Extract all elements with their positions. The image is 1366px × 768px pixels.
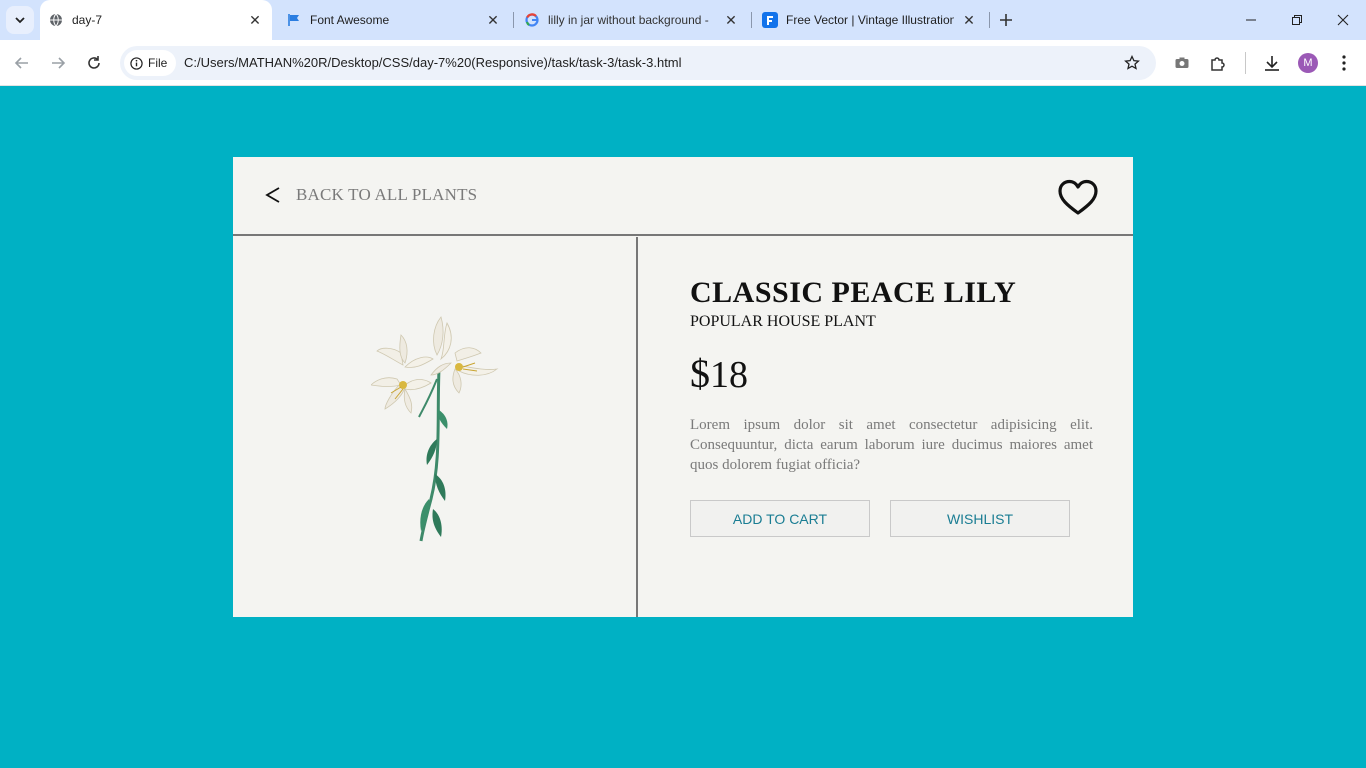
site-info-chip[interactable]: File: [124, 50, 176, 76]
minimize-button[interactable]: [1228, 0, 1274, 40]
product-info: CLASSIC PEACE LILY POPULAR HOUSE PLANT $…: [690, 275, 1093, 537]
menu-button[interactable]: [1333, 52, 1355, 74]
price-currency: $: [690, 351, 710, 396]
tab-google-search[interactable]: lilly in jar without background - ✕: [516, 0, 748, 40]
url-text[interactable]: C:/Users/MATHAN%20R/Desktop/CSS/day-7%20…: [184, 55, 682, 70]
back-label: BACK TO ALL PLANTS: [296, 185, 478, 204]
tab-font-awesome[interactable]: Font Awesome ✕: [278, 0, 510, 40]
close-icon[interactable]: ✕: [723, 12, 739, 28]
back-to-all-plants-link[interactable]: BACK TO ALL PLANTS: [264, 183, 477, 207]
camera-button[interactable]: [1171, 52, 1193, 74]
tab-title: Free Vector | Vintage Illustration: [786, 13, 954, 27]
chip-label: File: [148, 56, 168, 70]
tab-title: Font Awesome: [310, 13, 390, 27]
info-icon: [130, 56, 143, 70]
tab-free-vector[interactable]: Free Vector | Vintage Illustration ✕: [754, 0, 986, 40]
price-value: 18: [710, 354, 748, 396]
product-actions: ADD TO CART WISHLIST: [690, 500, 1093, 537]
arrow-right-icon: [52, 57, 66, 69]
card-header: BACK TO ALL PLANTS: [233, 157, 1133, 236]
new-tab-button[interactable]: [994, 8, 1018, 32]
close-icon[interactable]: ✕: [485, 12, 501, 28]
tab-title: day-7: [72, 13, 103, 27]
downloads-button[interactable]: [1261, 52, 1283, 74]
tab-separator: [989, 12, 990, 28]
avatar[interactable]: M: [1298, 53, 1318, 73]
chevron-down-icon: [15, 17, 25, 24]
download-icon: [1265, 56, 1279, 71]
more-vertical-icon: [1342, 55, 1346, 71]
tab-separator: [751, 12, 752, 28]
product-description: Lorem ipsum dolor sit amet consectetur a…: [690, 417, 1093, 473]
close-window-button[interactable]: [1320, 0, 1366, 40]
reload-icon: [88, 56, 100, 69]
puzzle-icon: [1211, 57, 1225, 71]
bookmark-button[interactable]: [1122, 53, 1142, 73]
close-icon[interactable]: ✕: [961, 12, 977, 28]
tab-day-7[interactable]: day-7 ✕: [40, 0, 272, 40]
arrow-left-icon: [14, 57, 28, 69]
add-to-cart-button[interactable]: ADD TO CART: [690, 500, 870, 537]
product-image-pane: [233, 237, 638, 617]
product-subtitle: POPULAR HOUSE PLANT: [690, 313, 876, 330]
globe-icon: [48, 12, 64, 28]
tab-separator: [513, 12, 514, 28]
address-bar[interactable]: File C:/Users/MATHAN%20R/Desktop/CSS/day…: [120, 46, 1156, 80]
browser-toolbar: File C:/Users/MATHAN%20R/Desktop/CSS/day…: [0, 40, 1366, 86]
restore-button[interactable]: [1274, 0, 1320, 40]
star-icon: [1124, 55, 1140, 70]
google-icon: [524, 12, 540, 28]
product-card: BACK TO ALL PLANTS CLASSIC PEACE LILY PO…: [233, 157, 1133, 617]
product-title: CLASSIC PEACE LILY: [690, 276, 1017, 309]
toolbar-separator: [1245, 52, 1246, 74]
minimize-icon: [1246, 19, 1256, 21]
reload-button[interactable]: [81, 50, 107, 76]
freepik-icon: [762, 12, 778, 28]
tab-title: lilly in jar without background -: [548, 13, 709, 27]
product-price: $18: [690, 351, 1093, 398]
chevron-left-icon: [264, 183, 284, 207]
plus-icon: [1000, 14, 1012, 26]
tab-search-button[interactable]: [6, 6, 34, 34]
lily-image: [371, 316, 499, 542]
forward-button[interactable]: [45, 50, 71, 76]
camera-icon: [1175, 57, 1189, 68]
close-icon[interactable]: ✕: [247, 12, 263, 28]
wishlist-button[interactable]: WISHLIST: [890, 500, 1070, 537]
restore-icon: [1292, 15, 1302, 25]
tab-strip: day-7 ✕ Font Awesome ✕ lilly in jar with…: [0, 0, 1366, 40]
back-button[interactable]: [9, 50, 35, 76]
flag-icon: [286, 12, 302, 28]
extensions-button[interactable]: [1207, 52, 1229, 74]
heart-icon[interactable]: [1057, 179, 1099, 217]
close-icon: [1337, 14, 1349, 26]
